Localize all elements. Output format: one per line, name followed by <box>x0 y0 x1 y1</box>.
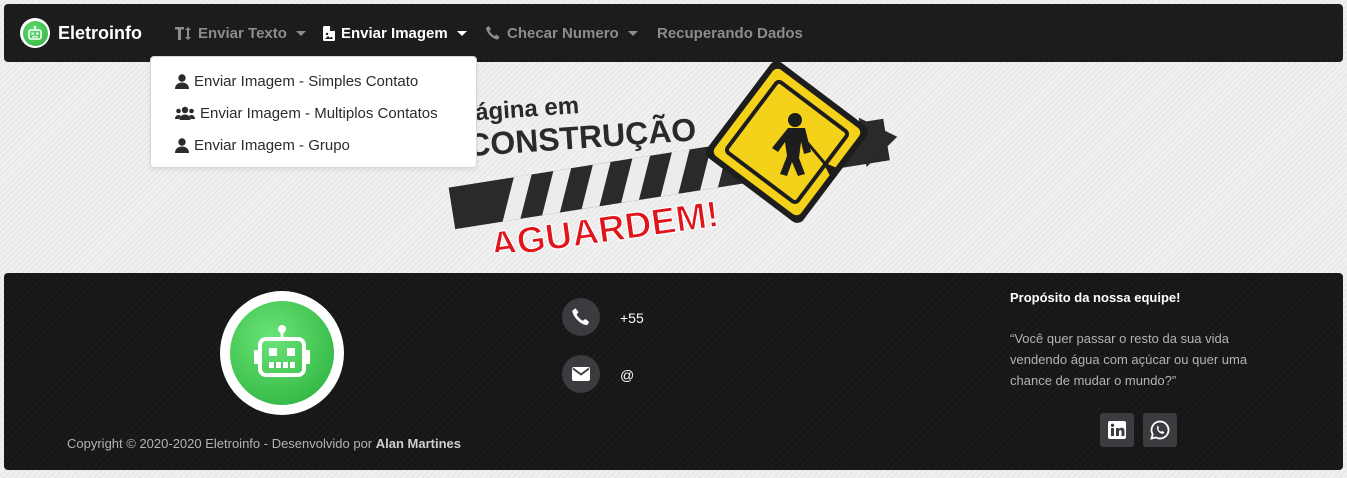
user-icon <box>175 73 189 89</box>
dropdown-item-simples-contato[interactable]: Enviar Imagem - Simples Contato <box>175 70 418 92</box>
nav-label: Checar Numero <box>507 24 619 42</box>
envelope-icon <box>562 355 600 393</box>
caret-down-icon <box>627 30 638 36</box>
phone-text: +55 <box>620 310 644 326</box>
caret-down-icon <box>456 30 467 36</box>
email-text: @ <box>620 367 635 383</box>
dropdown-item-label: Enviar Imagem - Grupo <box>194 136 350 154</box>
whatsapp-icon <box>1150 420 1170 440</box>
phone-icon <box>562 298 600 336</box>
text-height-icon <box>174 26 192 41</box>
user-icon <box>175 137 189 153</box>
site-footer: Copyright © 2020-2020 Eletroinfo - Desen… <box>4 273 1343 470</box>
copyright-text: Copyright © 2020-2020 Eletroinfo - Desen… <box>67 436 461 451</box>
dropdown-item-label: Enviar Imagem - Simples Contato <box>194 72 419 90</box>
under-construction-banner: ágina em CONSTRUÇÃO AGUARDEM! <box>445 61 905 267</box>
author-link[interactable]: Alan Martines <box>376 436 461 451</box>
top-navbar: Eletroinfo Enviar Texto Enviar Imagem Ch… <box>4 4 1343 62</box>
nav-label: Recuperando Dados <box>657 24 803 42</box>
nav-recuperando-dados[interactable]: Recuperando Dados <box>657 23 803 43</box>
whatsapp-button[interactable] <box>1143 413 1177 447</box>
linkedin-button[interactable] <box>1100 413 1134 447</box>
nav-checar-numero[interactable]: Checar Numero <box>485 23 638 43</box>
purpose-quote: “Você quer passar o resto da sua vida ve… <box>1010 331 1248 388</box>
brand-link[interactable]: Eletroinfo <box>20 18 142 48</box>
caret-down-icon <box>295 30 306 36</box>
nav-label: Enviar Imagem <box>341 24 448 42</box>
file-image-icon <box>323 25 335 41</box>
enviar-imagem-dropdown-menu: Enviar Imagem - Simples Contato Enviar I… <box>150 56 477 168</box>
copyright-prefix: Copyright © 2020-2020 Eletroinfo - Desen… <box>67 436 373 451</box>
phone-icon <box>485 25 501 41</box>
brand-name: Eletroinfo <box>58 22 142 43</box>
nav-enviar-imagem[interactable]: Enviar Imagem <box>323 23 467 43</box>
purpose-title: Propósito da nossa equipe! <box>1010 290 1181 305</box>
dropdown-item-label: Enviar Imagem - Multiplos Contatos <box>200 104 438 122</box>
robot-logo-icon <box>20 18 50 48</box>
robot-logo-icon <box>220 291 344 415</box>
nav-label: Enviar Texto <box>198 24 287 42</box>
dropdown-item-multiplos-contatos[interactable]: Enviar Imagem - Multiplos Contatos <box>175 102 438 124</box>
nav-enviar-texto[interactable]: Enviar Texto <box>174 23 306 43</box>
linkedin-icon <box>1108 421 1126 439</box>
users-icon <box>175 106 195 120</box>
dropdown-item-grupo[interactable]: Enviar Imagem - Grupo <box>175 134 350 156</box>
